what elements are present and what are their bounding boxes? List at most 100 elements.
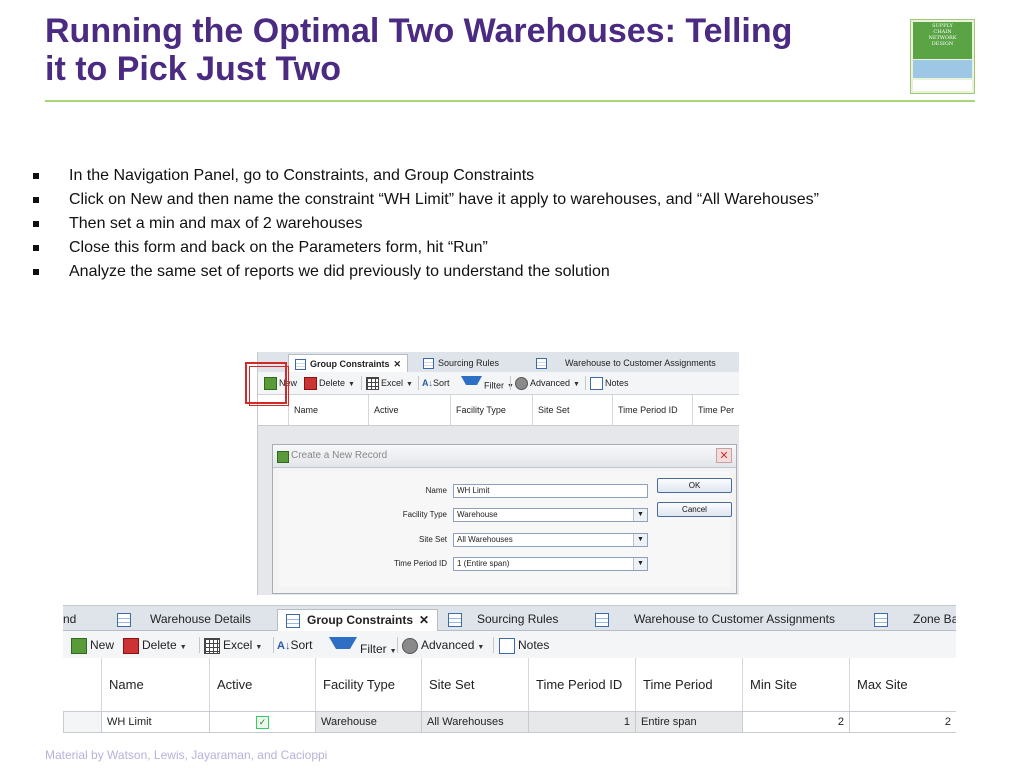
chevron-down-icon[interactable]: ▼ xyxy=(180,644,187,651)
bullet-square-icon xyxy=(33,245,39,251)
column-header-active[interactable]: Active xyxy=(368,395,450,425)
sort-button[interactable]: A↓Sort xyxy=(277,637,312,653)
cell-time-period-id[interactable]: 1 xyxy=(528,712,635,733)
chevron-down-icon[interactable]: ▼ xyxy=(633,509,647,521)
button-label: New xyxy=(90,638,115,652)
column-header-time-period-id[interactable]: Time Period ID xyxy=(528,658,635,711)
tab-warehouse-details[interactable]: Warehouse Details xyxy=(117,609,251,630)
row-selector[interactable] xyxy=(63,712,101,733)
advanced-button[interactable]: Advanced ▼ xyxy=(515,376,580,391)
tab-label: Sourcing Rules xyxy=(438,358,500,368)
bullet-square-icon xyxy=(33,197,39,203)
cell-min-site[interactable]: 2 xyxy=(742,712,849,733)
cancel-button[interactable]: Cancel xyxy=(657,502,732,517)
chevron-down-icon[interactable]: ▼ xyxy=(390,648,397,655)
dialog-title: Create a New Record xyxy=(291,450,388,461)
chevron-down-icon[interactable]: ▼ xyxy=(477,644,484,651)
button-label: Notes xyxy=(605,378,629,388)
table-icon xyxy=(286,613,300,628)
delete-button[interactable]: Delete ▼ xyxy=(304,376,355,391)
column-header-min-site[interactable]: Min Site xyxy=(742,658,849,711)
tab-warehouse-to-customer[interactable]: Warehouse to Customer Assignments xyxy=(536,354,716,372)
tab-group-constraints[interactable]: Group Constraints ✕ xyxy=(277,609,439,631)
active-checkbox[interactable]: ✓ xyxy=(256,715,269,729)
filter-button[interactable]: Filter▼ xyxy=(329,637,397,656)
create-record-dialog: Create a New Record ✕ Name WH Limit Faci… xyxy=(272,444,737,594)
close-icon[interactable]: ✕ xyxy=(716,448,732,463)
cell-facility-type[interactable]: Warehouse xyxy=(315,712,421,733)
bullet-item: Close this form and back on the Paramete… xyxy=(33,237,913,259)
notes-button[interactable]: Notes xyxy=(590,376,629,391)
button-label: Sort xyxy=(290,638,313,652)
bullet-item: Click on New and then name the constrain… xyxy=(33,189,913,211)
filter-button[interactable]: Filter▼ xyxy=(461,376,514,390)
gear-icon xyxy=(402,637,418,654)
bullet-item: In the Navigation Panel, go to Constrain… xyxy=(33,165,913,187)
tab-warehouse-to-customer[interactable]: Warehouse to Customer Assignments xyxy=(595,609,835,630)
tab-label: Warehouse to Customer Assignments xyxy=(565,358,716,368)
chevron-down-icon[interactable]: ▼ xyxy=(633,534,647,546)
tab-ground[interactable]: nd xyxy=(63,609,76,630)
excel-button[interactable]: Excel ▼ xyxy=(366,376,413,391)
new-button[interactable]: New xyxy=(71,637,115,654)
column-header-name[interactable]: Name xyxy=(288,395,368,425)
table-icon xyxy=(423,358,434,370)
cell-name[interactable]: WH Limit xyxy=(101,712,209,733)
column-header-facility-type[interactable]: Facility Type xyxy=(450,395,532,425)
tab-label: Group Constraints xyxy=(310,359,390,369)
tab-group-constraints[interactable]: Group Constraints ✕ xyxy=(288,354,409,373)
tab-sourcing-rules[interactable]: Sourcing Rules xyxy=(448,609,558,630)
tab-zone-based[interactable]: Zone Ba xyxy=(874,609,956,630)
chevron-down-icon[interactable]: ▼ xyxy=(633,558,647,570)
select-value: 1 (Entire span) xyxy=(457,559,510,568)
close-icon[interactable]: ✕ xyxy=(394,359,402,369)
table-icon xyxy=(117,612,131,627)
tab-sourcing-rules[interactable]: Sourcing Rules xyxy=(423,354,499,372)
column-header-site-set[interactable]: Site Set xyxy=(532,395,612,425)
bullet-text: Then set a min and max of 2 warehouses xyxy=(69,215,363,232)
dialog-title-bar: Create a New Record ✕ xyxy=(273,445,736,468)
column-header-facility-type[interactable]: Facility Type xyxy=(315,658,421,711)
chevron-down-icon[interactable]: ▼ xyxy=(573,381,580,388)
delete-icon xyxy=(304,377,317,391)
table-icon xyxy=(448,612,462,627)
sort-az-icon: A↓ xyxy=(277,640,291,652)
time-period-id-select[interactable]: 1 (Entire span) ▼ xyxy=(453,557,648,571)
field-label-facility-type: Facility Type xyxy=(402,510,447,519)
cell-time-period[interactable]: Entire span xyxy=(635,712,742,733)
site-set-select[interactable]: All Warehouses ▼ xyxy=(453,533,648,547)
chevron-down-icon[interactable]: ▼ xyxy=(348,381,355,388)
column-header-active[interactable]: Active xyxy=(209,658,315,711)
upper-tab-bar: Group Constraints ✕ Sourcing Rules Wareho… xyxy=(258,352,739,373)
advanced-button[interactable]: Advanced ▼ xyxy=(402,637,484,654)
excel-button[interactable]: Excel ▼ xyxy=(204,637,262,654)
column-header-time-period-id[interactable]: Time Period ID xyxy=(612,395,692,425)
ok-button[interactable]: OK xyxy=(657,478,732,493)
chevron-down-icon[interactable]: ▼ xyxy=(255,644,262,651)
column-header-max-site[interactable]: Max Site xyxy=(849,658,956,711)
column-header-site-set[interactable]: Site Set xyxy=(421,658,528,711)
cell-active[interactable]: ✓ xyxy=(209,712,315,733)
cell-max-site[interactable]: 2 xyxy=(849,712,956,733)
field-label-site-set: Site Set xyxy=(418,535,447,544)
column-header-name[interactable]: Name xyxy=(101,658,209,711)
slide-title: Running the Optimal Two Warehouses: Tell… xyxy=(45,12,895,88)
notes-icon xyxy=(590,377,603,391)
sort-button[interactable]: A↓Sort xyxy=(422,376,450,390)
toolbar-divider xyxy=(361,376,362,390)
lower-toolbar: New Delete ▼ Excel ▼ A↓Sort Filter ▼ Advanc… xyxy=(63,631,956,659)
facility-type-select[interactable]: Warehouse ▼ xyxy=(453,508,648,522)
title-divider xyxy=(45,100,975,102)
table-icon xyxy=(536,358,547,370)
notes-button[interactable]: Notes xyxy=(499,637,549,654)
button-label: Advanced xyxy=(530,378,571,388)
column-header-time-period[interactable]: Time Per xyxy=(692,395,739,425)
table-row[interactable]: WH Limit ✓ Warehouse All Warehouses 1 En… xyxy=(63,712,956,733)
close-icon[interactable]: ✕ xyxy=(419,613,429,627)
chevron-down-icon[interactable]: ▼ xyxy=(406,381,413,388)
cell-site-set[interactable]: All Warehouses xyxy=(421,712,528,733)
name-input[interactable]: WH Limit xyxy=(453,484,648,498)
new-record-icon xyxy=(71,637,87,654)
delete-button[interactable]: Delete ▼ xyxy=(123,637,187,654)
column-header-time-period[interactable]: Time Period xyxy=(635,658,742,711)
